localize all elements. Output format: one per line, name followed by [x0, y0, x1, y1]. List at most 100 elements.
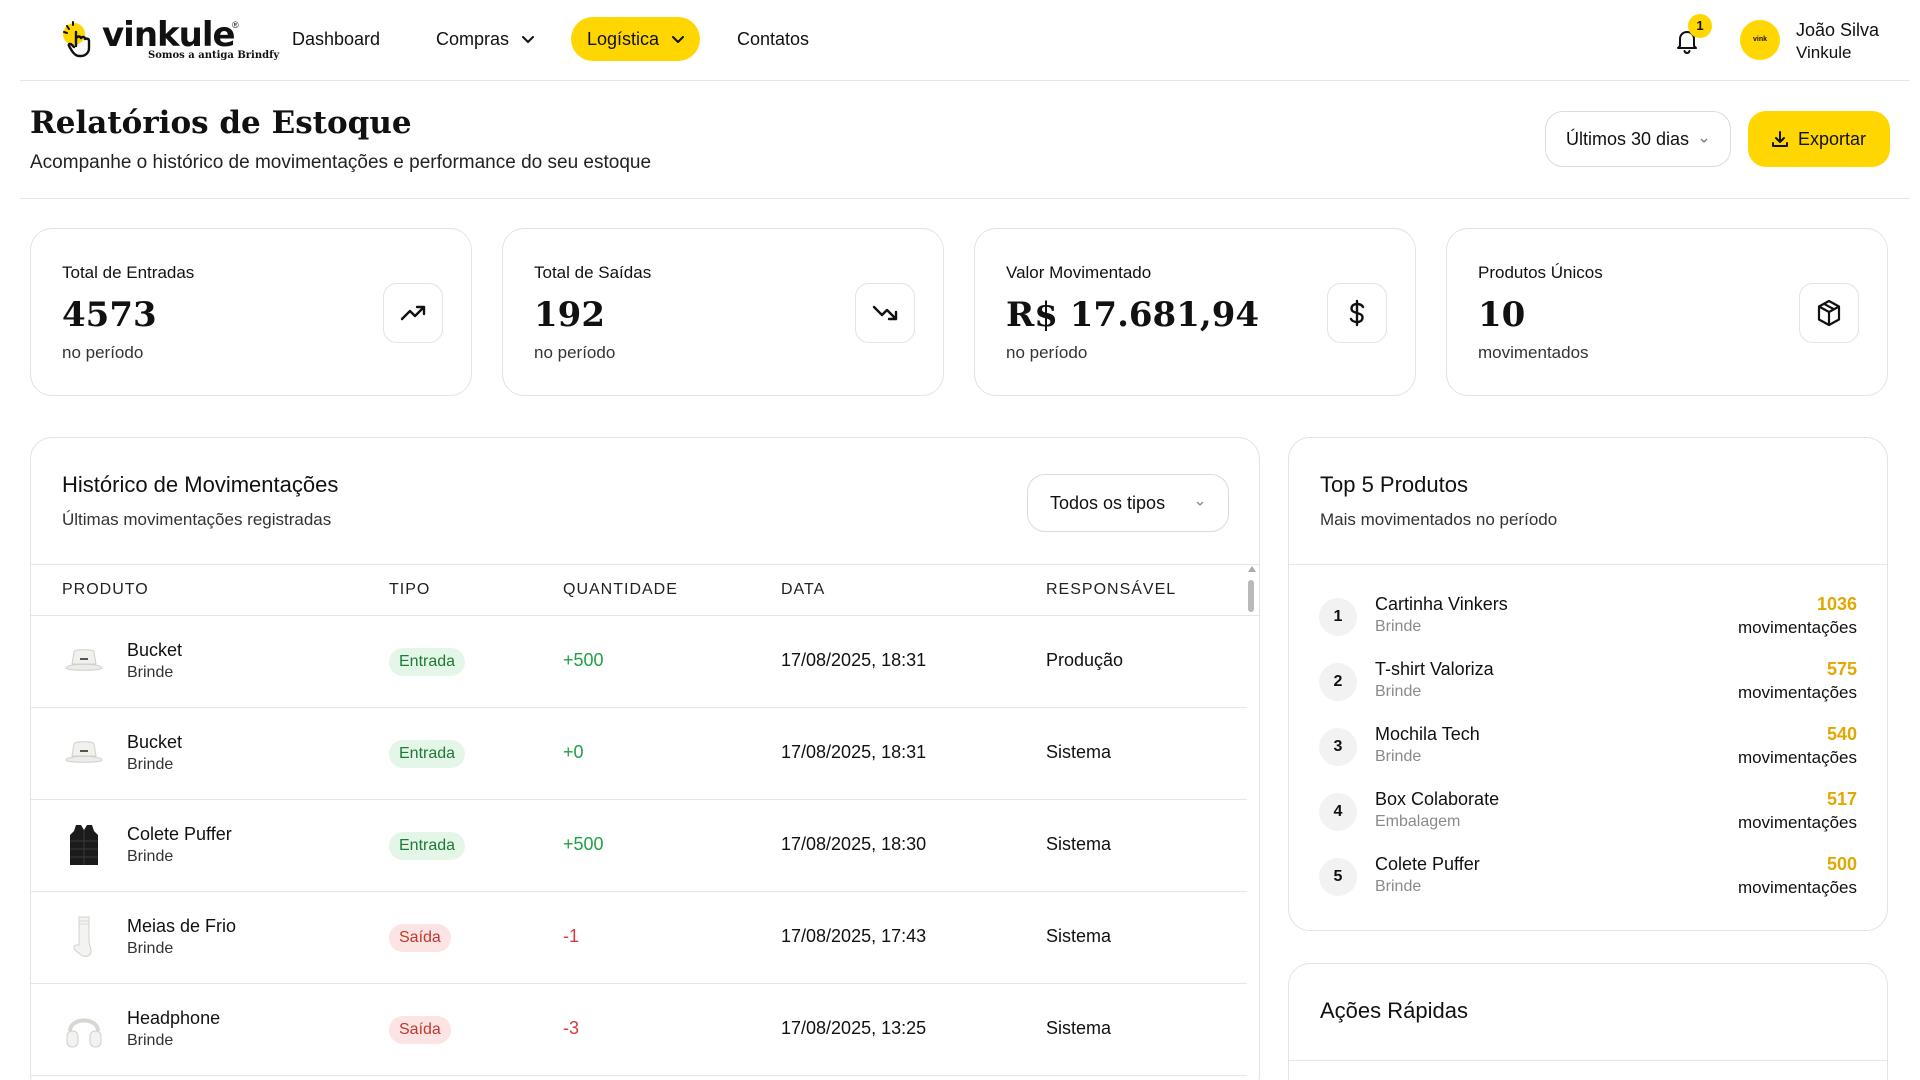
dollar-icon: [1327, 283, 1387, 343]
scroll-up-arrow-icon[interactable]: [1248, 566, 1256, 572]
stat-sub: movimentados: [1478, 343, 1589, 362]
divider: [1289, 1060, 1887, 1061]
table-row[interactable]: Meias de Frio Brinde Saída -1 17/08/2025…: [31, 892, 1247, 984]
nav-logistica-label: Logística: [587, 29, 660, 49]
avatar[interactable]: vink: [1740, 20, 1780, 60]
rank-count: 517: [1826, 789, 1857, 809]
chevron-down-icon: [1196, 501, 1204, 506]
table-row[interactable]: Colete Puffer Brinde Entrada +500 17/08/…: [31, 800, 1247, 892]
trending-up-icon: [383, 283, 443, 343]
rank-count: 1036: [1816, 594, 1857, 614]
stat-sub: no período: [1006, 343, 1088, 362]
date-value: 17/08/2025, 18:31: [781, 650, 927, 670]
period-select[interactable]: Últimos 30 dias: [1545, 111, 1731, 167]
nav-compras[interactable]: Compras: [436, 17, 535, 61]
quantity-value: -1: [563, 926, 580, 946]
vinkule-logo[interactable]: vinkule ® Somos a antiga Brindfy: [60, 14, 279, 68]
table-row[interactable]: Bucket Brinde Entrada +500 17/08/2025, 1…: [31, 616, 1247, 708]
table-row[interactable]: Bucket Brinde Entrada +0 17/08/2025, 18:…: [31, 708, 1247, 800]
product-category: Brinde: [127, 1032, 174, 1049]
list-item[interactable]: 1 Cartinha Vinkers Brinde 1036 movimenta…: [1289, 586, 1887, 646]
table-row[interactable]: Headphone Brinde Saída -3 17/08/2025, 13…: [31, 984, 1247, 1076]
logo-registered-mark: ®: [232, 20, 239, 30]
column-header-data[interactable]: DATA: [781, 581, 825, 599]
top-products-title: Top 5 Produtos: [1320, 472, 1468, 497]
vest-icon: [61, 822, 107, 868]
rank-product-category: Brinde: [1375, 683, 1422, 700]
export-button-label: Exportar: [1798, 129, 1867, 149]
stat-value: 192: [534, 295, 605, 335]
list-item[interactable]: 2 T-shirt Valoriza Brinde 575 movimentaç…: [1289, 651, 1887, 711]
nav-compras-label: Compras: [436, 29, 510, 49]
stat-card-saidas: Total de Saídas 192 no período: [502, 228, 944, 396]
list-item[interactable]: 5 Colete Puffer Brinde 500 movimentações: [1289, 846, 1887, 906]
quick-actions-title: Ações Rápidas: [1320, 998, 1468, 1023]
stat-card-valor: Valor Movimentado R$ 17.681,94 no períod…: [974, 228, 1416, 396]
responsible-value: Sistema: [1046, 926, 1112, 946]
list-item[interactable]: 3 Mochila Tech Brinde 540 movimentações: [1289, 716, 1887, 776]
product-name: Colete Puffer: [127, 824, 232, 844]
nav-contatos-label: Contatos: [737, 29, 810, 49]
rank-number: 5: [1319, 858, 1357, 896]
trending-down-icon: [855, 283, 915, 343]
column-header-produto[interactable]: PRODUTO: [62, 581, 149, 599]
column-header-responsavel[interactable]: RESPONSÁVEL: [1046, 581, 1176, 599]
quick-actions-panel: Ações Rápidas: [1288, 963, 1888, 1080]
product-category: Brinde: [127, 756, 174, 773]
rank-unit: movimentações: [1737, 748, 1857, 767]
history-title: Histórico de Movimentações: [62, 472, 339, 497]
product-name: Meias de Frio: [127, 916, 237, 936]
page-subtitle: Acompanhe o histórico de movimentações e…: [30, 152, 652, 173]
stat-label: Total de Saídas: [534, 263, 652, 282]
type-filter-value: Todos os tipos: [1050, 493, 1166, 513]
pointer-hand-icon: [63, 21, 91, 58]
responsible-value: Sistema: [1046, 742, 1112, 762]
export-button[interactable]: Exportar: [1748, 111, 1890, 167]
responsible-value: Sistema: [1046, 834, 1112, 854]
rank-product-name: Cartinha Vinkers: [1375, 594, 1508, 614]
product-name: Headphone: [127, 1008, 221, 1028]
page-header: Relatórios de Estoque Acompanhe o histór…: [20, 81, 1910, 199]
column-header-quantidade[interactable]: QUANTIDADE: [563, 581, 678, 599]
quantity-value: +500: [563, 834, 604, 854]
stat-card-entradas: Total de Entradas 4573 no período: [30, 228, 472, 396]
rank-product-category: Brinde: [1375, 878, 1422, 895]
rank-product-name: Colete Puffer: [1375, 854, 1480, 874]
stat-value: 10: [1478, 295, 1526, 335]
stat-sub: no período: [534, 343, 616, 362]
stat-label: Produtos Únicos: [1478, 263, 1603, 282]
logo-tagline: Somos a antiga Brindfy: [148, 50, 280, 61]
type-badge-entrada: Entrada: [389, 832, 466, 860]
nav-contatos[interactable]: Contatos: [737, 17, 809, 61]
download-icon: [1772, 131, 1788, 147]
headphone-icon: [61, 1006, 107, 1052]
rank-unit: movimentações: [1737, 618, 1857, 637]
socks-icon: [61, 914, 107, 960]
nav-logistica[interactable]: Logística: [571, 17, 701, 61]
table-scrollbar[interactable]: [1247, 566, 1257, 1080]
bucket-hat-icon: [61, 638, 107, 684]
chevron-down-icon: [672, 36, 685, 44]
table-header: PRODUTO TIPO QUANTIDADE DATA RESPONSÁVEL: [31, 564, 1259, 616]
nav-dashboard-label: Dashboard: [292, 29, 381, 49]
date-value: 17/08/2025, 18:30: [781, 834, 927, 854]
column-header-tipo[interactable]: TIPO: [389, 581, 430, 599]
box-icon: [1799, 283, 1859, 343]
date-value: 17/08/2025, 18:31: [781, 742, 927, 762]
stat-label: Valor Movimentado: [1006, 263, 1152, 282]
rank-unit: movimentações: [1737, 683, 1857, 702]
page-title: Relatórios de Estoque: [30, 105, 412, 141]
rank-count: 575: [1826, 659, 1857, 679]
rank-unit: movimentações: [1737, 813, 1857, 832]
responsible-value: Sistema: [1046, 1018, 1112, 1038]
list-item[interactable]: 4 Box Colaborate Embalagem 517 movimenta…: [1289, 781, 1887, 841]
user-name[interactable]: João Silva: [1796, 20, 1879, 41]
top-products-subtitle: Mais movimentados no período: [1320, 510, 1558, 529]
nav-dashboard[interactable]: Dashboard: [292, 17, 380, 61]
rank-number: 4: [1319, 793, 1357, 831]
user-org: Vinkule: [1796, 43, 1852, 62]
type-filter-select[interactable]: Todos os tipos: [1027, 474, 1229, 532]
rank-product-name: Mochila Tech: [1375, 724, 1480, 744]
scrollbar-thumb[interactable]: [1248, 580, 1254, 612]
top-products-panel: Top 5 Produtos Mais movimentados no perí…: [1288, 437, 1888, 931]
